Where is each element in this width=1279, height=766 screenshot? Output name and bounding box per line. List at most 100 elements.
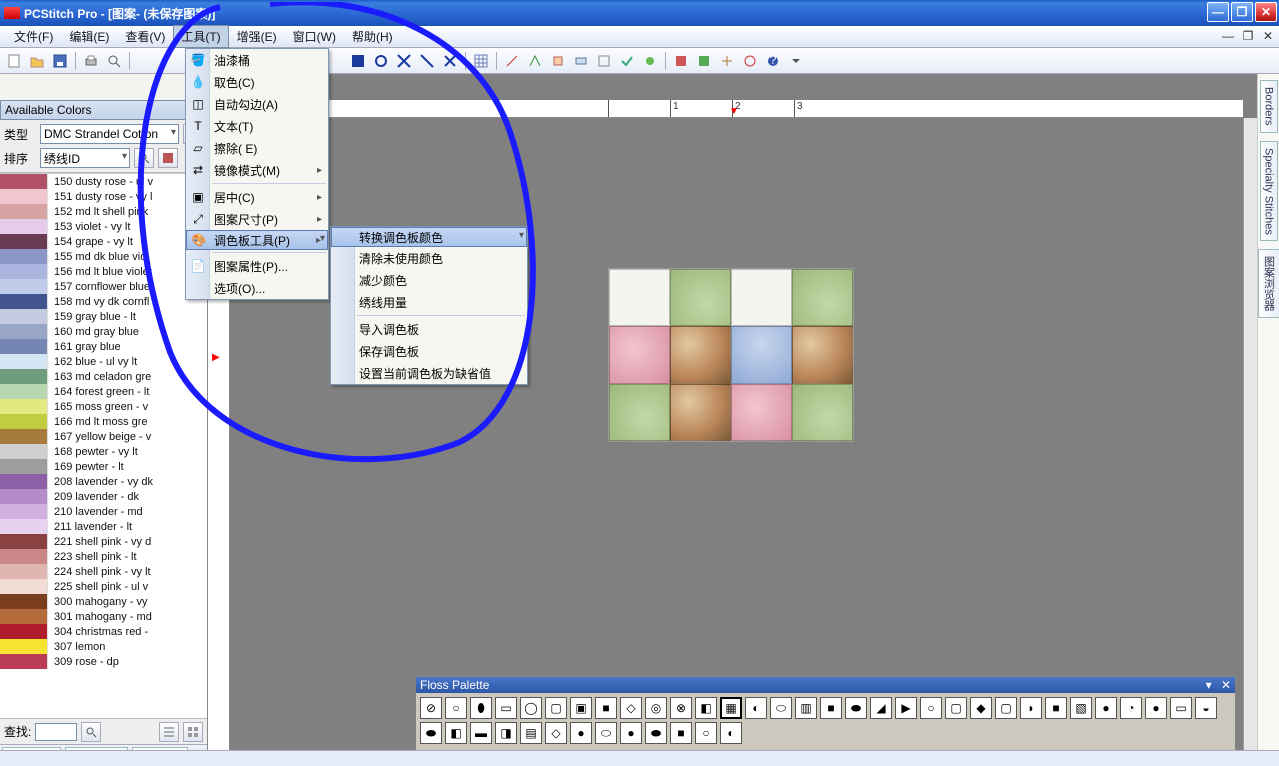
- color-row[interactable]: 151 dusty rose - vy l: [0, 189, 207, 204]
- color-row[interactable]: 224 shell pink - vy lt: [0, 564, 207, 579]
- floss-swatch[interactable]: ▢: [945, 697, 967, 719]
- color-row[interactable]: 163 md celadon gre: [0, 369, 207, 384]
- color-row[interactable]: 153 violet - vy lt: [0, 219, 207, 234]
- tool-extra-3[interactable]: [548, 51, 568, 71]
- color-row[interactable]: 223 shell pink - lt: [0, 549, 207, 564]
- floss-swatch[interactable]: ⬬: [420, 722, 442, 744]
- floss-swatch[interactable]: ◯: [520, 697, 542, 719]
- color-row[interactable]: 161 gray blue: [0, 339, 207, 354]
- color-row[interactable]: 301 mahogany - md: [0, 609, 207, 624]
- floss-swatch[interactable]: ◇: [545, 722, 567, 744]
- color-row[interactable]: 300 mahogany - vy: [0, 594, 207, 609]
- menu-edit[interactable]: 编辑(E): [61, 25, 117, 48]
- floss-swatch[interactable]: ▣: [570, 697, 592, 719]
- color-row[interactable]: 210 lavender - md: [0, 504, 207, 519]
- color-row[interactable]: 169 pewter - lt: [0, 459, 207, 474]
- open-button[interactable]: [27, 51, 47, 71]
- floss-swatch[interactable]: ◢: [870, 697, 892, 719]
- menu-tools[interactable]: 工具(T): [173, 25, 228, 48]
- color-row[interactable]: 158 md vy dk cornfl: [0, 294, 207, 309]
- submenu-set-default[interactable]: 设置当前调色板为缺省值: [331, 362, 527, 384]
- floss-swatch[interactable]: ▧: [1070, 697, 1092, 719]
- color-row[interactable]: 155 md dk blue viol: [0, 249, 207, 264]
- menu-item-pick-color[interactable]: 💧取色(C): [186, 71, 328, 93]
- floss-swatch[interactable]: ⬭: [770, 697, 792, 719]
- floss-swatch[interactable]: ⬭: [595, 722, 617, 744]
- floss-swatch[interactable]: ◇: [620, 697, 642, 719]
- floss-swatch[interactable]: ◔: [1120, 697, 1142, 719]
- floss-swatch[interactable]: ●: [620, 722, 642, 744]
- floss-swatch[interactable]: ◒: [1195, 697, 1217, 719]
- floss-swatch[interactable]: ■: [670, 722, 692, 744]
- floss-swatch[interactable]: ◧: [445, 722, 467, 744]
- find-button[interactable]: [81, 722, 101, 742]
- color-row[interactable]: 165 moss green - v: [0, 399, 207, 414]
- color-list[interactable]: 150 dusty rose - ul v151 dusty rose - vy…: [0, 173, 207, 718]
- submenu-floss-usage[interactable]: 绣线用量: [331, 291, 527, 313]
- tool-extra-7[interactable]: [640, 51, 660, 71]
- menu-window[interactable]: 窗口(W): [285, 25, 344, 48]
- fill-half2-button[interactable]: [394, 51, 414, 71]
- fill-fullstitch-button[interactable]: [348, 51, 368, 71]
- vertical-scrollbar[interactable]: [1243, 118, 1257, 751]
- menu-view[interactable]: 查看(V): [117, 25, 173, 48]
- list-view-button[interactable]: [159, 722, 179, 742]
- menu-file[interactable]: 文件(F): [6, 25, 61, 48]
- menu-item-properties[interactable]: 📄图案属性(P)...: [186, 255, 328, 277]
- floss-swatch[interactable]: ⬬: [645, 722, 667, 744]
- color-row[interactable]: 307 lemon: [0, 639, 207, 654]
- save-button[interactable]: [50, 51, 70, 71]
- sort-swatch-button[interactable]: [158, 148, 178, 168]
- floss-swatch[interactable]: ●: [1095, 697, 1117, 719]
- tool-extra-4[interactable]: [571, 51, 591, 71]
- sort-zoom-button[interactable]: [134, 148, 154, 168]
- tool-extra-5[interactable]: [594, 51, 614, 71]
- floss-swatch[interactable]: ○: [920, 697, 942, 719]
- menu-item-options[interactable]: 选项(O)...: [186, 277, 328, 299]
- menu-item-palette-tools[interactable]: 🎨调色板工具(P)▸: [186, 230, 328, 250]
- submenu-convert-colors[interactable]: 转换调色板颜色: [331, 227, 527, 247]
- tool-extra-11[interactable]: [740, 51, 760, 71]
- window-minimize-button[interactable]: —: [1207, 2, 1229, 22]
- fill-half1-button[interactable]: [371, 51, 391, 71]
- floss-swatch[interactable]: ◧: [695, 697, 717, 719]
- floss-swatch[interactable]: ▢: [995, 697, 1017, 719]
- mdi-restore[interactable]: ❐: [1241, 29, 1255, 43]
- floss-swatch[interactable]: ◨: [495, 722, 517, 744]
- canvas[interactable]: [230, 118, 1243, 751]
- floss-swatch[interactable]: ⊘: [420, 697, 442, 719]
- floss-pin-button[interactable]: ▾: [1206, 678, 1212, 692]
- color-row[interactable]: 160 md gray blue: [0, 324, 207, 339]
- floss-swatch[interactable]: ■: [820, 697, 842, 719]
- color-row[interactable]: 150 dusty rose - ul v: [0, 174, 207, 189]
- mdi-minimize[interactable]: —: [1221, 29, 1235, 43]
- color-row[interactable]: 152 md lt shell pink: [0, 204, 207, 219]
- menu-item-erase[interactable]: ▱擦除( E): [186, 137, 328, 159]
- menu-enhance[interactable]: 增强(E): [229, 25, 285, 48]
- menu-item-text[interactable]: T文本(T): [186, 115, 328, 137]
- menu-item-mirror[interactable]: ⇄镜像模式(M)▸: [186, 159, 328, 181]
- color-row[interactable]: 225 shell pink - ul v: [0, 579, 207, 594]
- floss-swatch[interactable]: ▬: [470, 722, 492, 744]
- window-close-button[interactable]: ✕: [1255, 2, 1277, 22]
- floss-swatch[interactable]: ◐: [720, 722, 742, 744]
- tool-extra-10[interactable]: [717, 51, 737, 71]
- grid-view-button[interactable]: [183, 722, 203, 742]
- floss-swatch[interactable]: ▦: [720, 697, 742, 719]
- floss-swatch[interactable]: ▭: [1170, 697, 1192, 719]
- color-row[interactable]: 167 yellow beige - v: [0, 429, 207, 444]
- new-button[interactable]: [4, 51, 24, 71]
- tool-extra-6[interactable]: [617, 51, 637, 71]
- floss-swatch[interactable]: ⊗: [670, 697, 692, 719]
- submenu-save-palette[interactable]: 保存调色板: [331, 340, 527, 362]
- floss-swatch[interactable]: ◆: [970, 697, 992, 719]
- color-row[interactable]: 304 christmas red -: [0, 624, 207, 639]
- tab-specialty[interactable]: Specialty Stitches: [1260, 141, 1278, 242]
- color-row[interactable]: 208 lavender - vy dk: [0, 474, 207, 489]
- floss-swatch[interactable]: ○: [695, 722, 717, 744]
- floss-swatch[interactable]: ▶: [895, 697, 917, 719]
- floss-swatch[interactable]: ◎: [645, 697, 667, 719]
- color-row[interactable]: 154 grape - vy lt: [0, 234, 207, 249]
- color-row[interactable]: 168 pewter - vy lt: [0, 444, 207, 459]
- floss-swatch[interactable]: ◐: [745, 697, 767, 719]
